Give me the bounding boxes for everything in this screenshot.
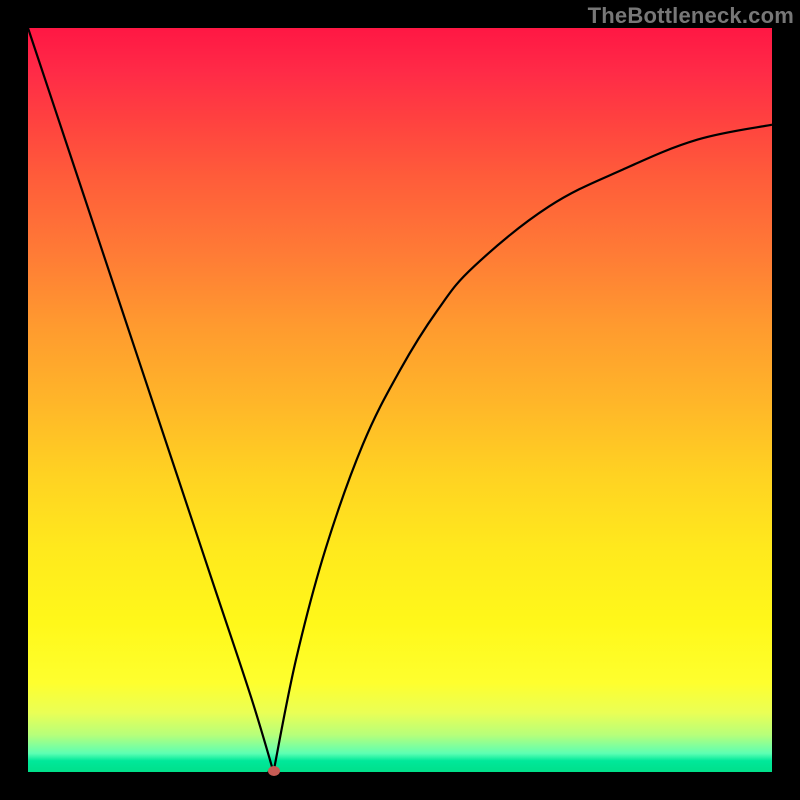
curve-path bbox=[28, 28, 772, 772]
plot-area bbox=[28, 28, 772, 772]
minimum-marker bbox=[268, 766, 280, 776]
chart-frame: TheBottleneck.com bbox=[0, 0, 800, 800]
bottleneck-curve bbox=[28, 28, 772, 772]
watermark-text: TheBottleneck.com bbox=[588, 3, 794, 29]
